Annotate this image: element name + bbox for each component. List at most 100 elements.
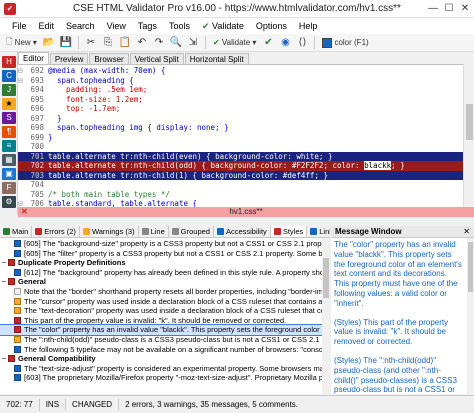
- new-button[interactable]: 🗋 New ▾: [4, 36, 39, 50]
- open-icon[interactable]: 📂: [42, 36, 56, 50]
- menu-help[interactable]: Help: [293, 21, 324, 31]
- collapse-icon[interactable]: −: [0, 277, 8, 287]
- tab-warnings[interactable]: Warnings (3): [80, 226, 139, 237]
- code-text: top: -1.7em;: [48, 104, 121, 113]
- fold-toggle[interactable]: ⊟: [18, 76, 26, 86]
- search-icon[interactable]: 🔍: [169, 36, 183, 50]
- fold-toggle[interactable]: ⊟: [18, 66, 26, 76]
- code-text: }: [48, 132, 53, 142]
- redo-icon[interactable]: ↷: [152, 36, 166, 50]
- line-tab-icon: [141, 228, 149, 235]
- maximize-icon[interactable]: ☐: [441, 2, 457, 16]
- collapse-icon[interactable]: −: [0, 258, 8, 268]
- bookmark-icon[interactable]: ★: [2, 98, 16, 110]
- message-icon: [14, 364, 21, 372]
- html-tool-icon[interactable]: H: [2, 56, 16, 68]
- invalid-value-highlight: blackk: [364, 161, 392, 170]
- close-panel-icon[interactable]: ✕: [463, 226, 470, 238]
- tab-browser[interactable]: Browser: [89, 53, 129, 64]
- list-item[interactable]: [612] The "background" property has alre…: [0, 268, 322, 278]
- validate-button[interactable]: ✔ Validate ▾: [211, 36, 259, 50]
- tab-errors[interactable]: Errors (2): [32, 226, 80, 237]
- tag-icon[interactable]: ⟨⟩: [295, 36, 309, 50]
- code-line: ⊟ 693 span.topheading {: [18, 76, 463, 86]
- menu-validate[interactable]: ✔ Validate: [196, 21, 250, 32]
- tab-vertical-split[interactable]: Vertical Split: [129, 53, 184, 64]
- message-paragraph: (Styles) The ":nth-child(odd)" pseudo-cl…: [334, 355, 457, 394]
- list-item[interactable]: The following 5 typeface may not be avai…: [0, 345, 322, 355]
- close-icon[interactable]: ✕: [457, 2, 473, 16]
- message-tabs: Main Errors (2) Warnings (3) Line Groupe…: [0, 226, 330, 238]
- message-text: [605] The "filter" property is a CSS3 pr…: [24, 248, 322, 258]
- list-icon[interactable]: ≡: [2, 140, 16, 152]
- validate-all-icon[interactable]: ✔: [261, 36, 275, 50]
- tab-editor[interactable]: Editor: [18, 52, 49, 64]
- tab-main[interactable]: Main: [0, 226, 33, 237]
- menu-view[interactable]: View: [101, 21, 132, 31]
- menu-tags[interactable]: Tags: [132, 21, 163, 31]
- validation-summary: 2 errors, 3 warnings, 35 messages, 5 com…: [125, 399, 299, 409]
- tab-preview[interactable]: Preview: [49, 53, 89, 64]
- scrollbar-thumb[interactable]: [468, 242, 473, 292]
- toolbar: 🗋 New ▾ 📂 💾 ✂ ⎘ 📋 ↶ ↷ 🔍 ⇲ ✔ Validate ▾ ✔…: [0, 34, 474, 52]
- list-item[interactable]: [605] The "background-size" property is …: [0, 239, 322, 249]
- code-text: ; }: [391, 161, 405, 170]
- group-header[interactable]: − Duplicate Property Definitions: [0, 258, 322, 268]
- group-header[interactable]: − General: [0, 277, 322, 287]
- tab-links[interactable]: Links: [307, 226, 330, 237]
- menu-file[interactable]: File: [6, 21, 33, 31]
- cut-icon[interactable]: ✂: [84, 36, 98, 50]
- form-icon[interactable]: F: [2, 182, 16, 194]
- scrollbar-thumb[interactable]: [466, 104, 473, 140]
- cursor-position: 702: 77: [0, 398, 40, 411]
- list-item[interactable]: This part of the property value is inval…: [0, 316, 322, 326]
- menu-validate-label: Validate: [212, 20, 244, 31]
- tab-styles[interactable]: Styles: [270, 226, 308, 237]
- menu-options[interactable]: Options: [250, 21, 293, 31]
- js-tool-icon[interactable]: J: [2, 84, 16, 96]
- message-window-header: Message Window ✕: [331, 226, 474, 238]
- fold-toggle[interactable]: ⊟: [18, 199, 26, 207]
- line-number: 699: [30, 132, 44, 142]
- paste-icon[interactable]: 📋: [118, 36, 132, 50]
- snippet-icon[interactable]: S: [2, 112, 16, 124]
- message-list-scrollbar[interactable]: [322, 238, 330, 394]
- document-tab-label: hv1.css**: [229, 207, 263, 216]
- code-editor[interactable]: ⊟ 692 @media (max-width: 70em) { ⊟ 693 span…: [18, 64, 463, 207]
- list-item[interactable]: [605] The "filter" property is a CSS3 pr…: [0, 249, 322, 259]
- close-document-icon[interactable]: ✕: [21, 207, 28, 217]
- list-item-selected[interactable]: The "color" property has an invalid valu…: [0, 324, 322, 336]
- copy-icon[interactable]: ⎘: [101, 36, 115, 50]
- tab-accessibility[interactable]: Accessibility: [214, 226, 271, 237]
- undo-icon[interactable]: ↶: [135, 36, 149, 50]
- table-icon[interactable]: ▦: [2, 154, 16, 166]
- list-item[interactable]: Note that the "border" shorthand propert…: [0, 287, 322, 297]
- save-icon[interactable]: 💾: [59, 36, 73, 50]
- image-icon[interactable]: ▣: [2, 168, 16, 180]
- paragraph-icon[interactable]: ¶: [2, 126, 16, 138]
- message-window-scrollbar[interactable]: [467, 238, 474, 394]
- tab-grouped[interactable]: Grouped: [169, 226, 214, 237]
- menu-tools[interactable]: Tools: [163, 21, 196, 31]
- tab-line[interactable]: Line: [139, 226, 169, 237]
- scrollbar-thumb[interactable]: [323, 258, 329, 298]
- document-tab[interactable]: ✕ hv1.css**: [18, 207, 474, 217]
- menu-search[interactable]: Search: [60, 21, 101, 31]
- browser-icon[interactable]: ◉: [278, 36, 292, 50]
- editor-vertical-scrollbar[interactable]: [463, 64, 474, 207]
- list-item[interactable]: [603] The proprietary Mozilla/Firefox pr…: [0, 373, 322, 383]
- css-tool-icon[interactable]: C: [2, 70, 16, 82]
- list-item[interactable]: The ":nth-child(odd)" pseudo-class is a …: [0, 335, 322, 345]
- message-icon: [14, 249, 21, 257]
- list-item[interactable]: The "text-size-adjust" property is consi…: [0, 364, 322, 374]
- list-item[interactable]: The "text-decoration" property was used …: [0, 306, 322, 316]
- group-header[interactable]: − General Compatibility: [0, 354, 322, 364]
- find-next-icon[interactable]: ⇲: [186, 36, 200, 50]
- color-help-button[interactable]: color (F1): [320, 36, 370, 50]
- minimize-icon[interactable]: —: [425, 2, 441, 16]
- tab-horizontal-split[interactable]: Horizontal Split: [184, 53, 249, 64]
- menu-edit[interactable]: Edit: [33, 21, 61, 31]
- collapse-icon[interactable]: −: [0, 354, 8, 364]
- settings-icon[interactable]: ⚙: [2, 196, 16, 208]
- list-item[interactable]: The "cursor" property was used inside a …: [0, 297, 322, 307]
